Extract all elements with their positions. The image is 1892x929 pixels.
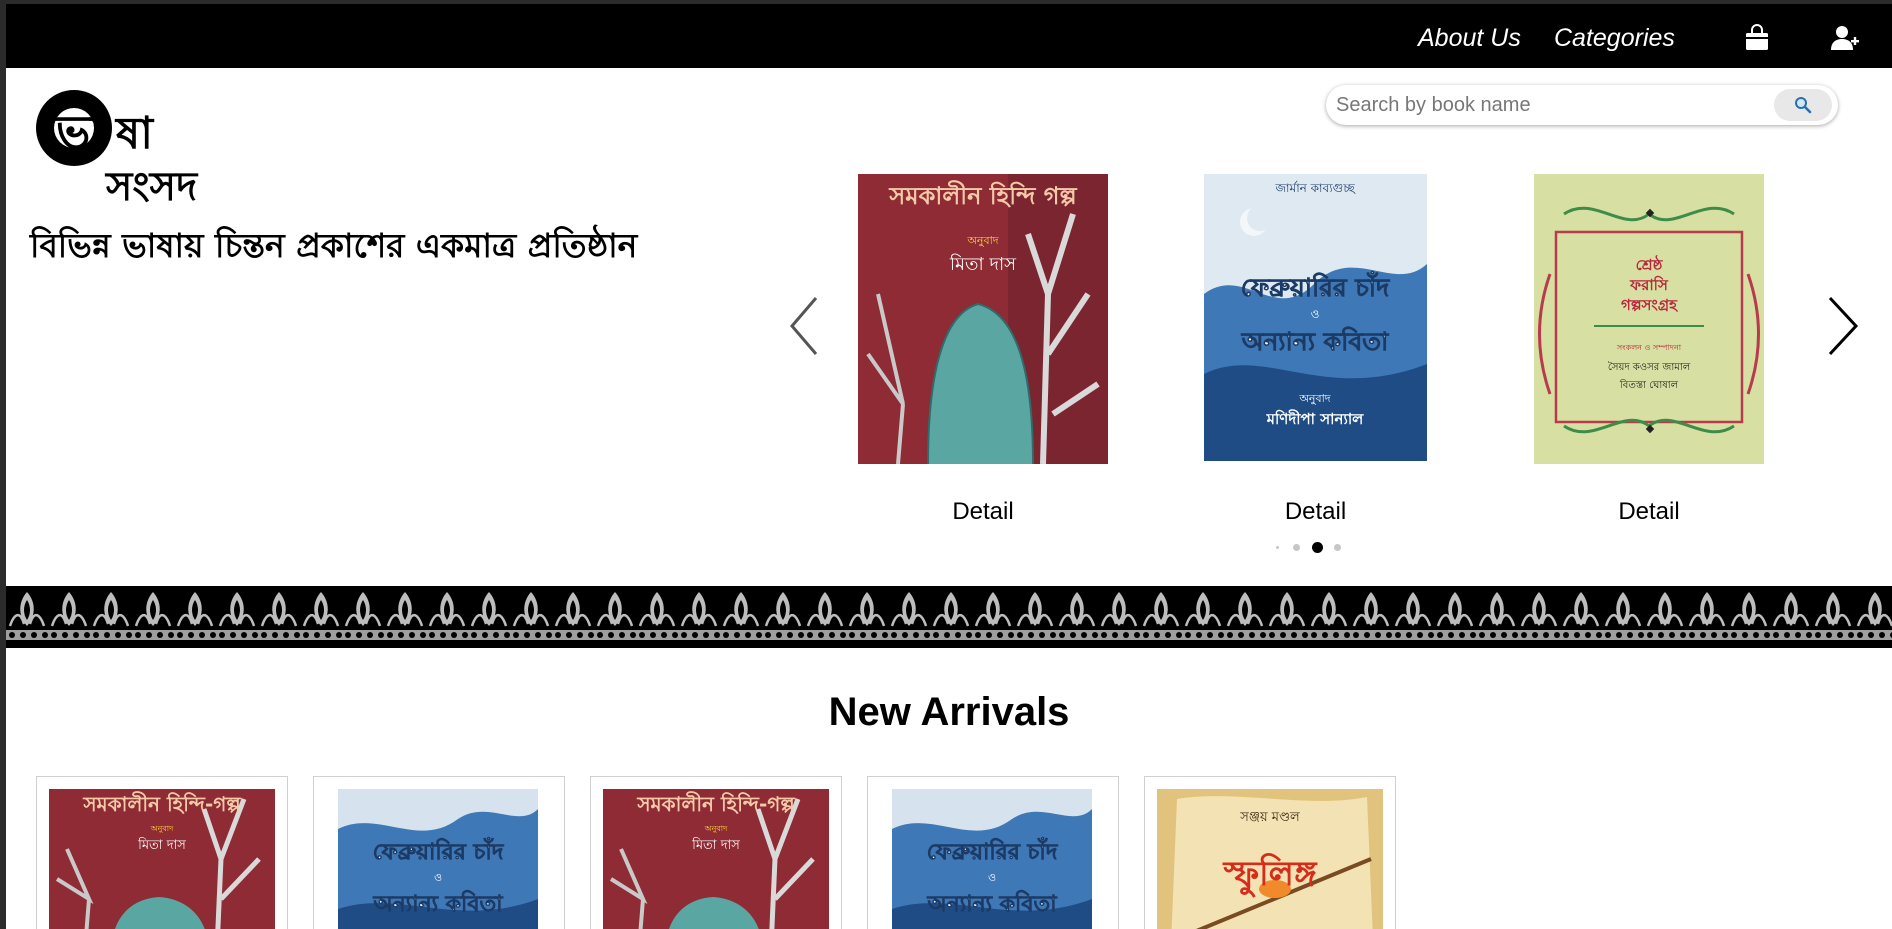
svg-text:জার্মান কাব্যগুচ্ছ: জার্মান কাব্যগুচ্ছ [1274,181,1356,195]
svg-text:অনুবাদ: অনুবাদ [704,824,728,833]
book-cover-image: ফেব্রুয়ারির চাঁদ ও অন্যান্য কবিতা [338,789,538,929]
svg-text:মিতা দাস: মিতা দাস [137,837,186,853]
svg-text:ফেব্রুয়ারির চাঁদ: ফেব্রুয়ারির চাঁদ [1241,271,1390,302]
svg-text:ভা: ভা [54,105,105,159]
search-box [1326,85,1838,125]
svg-text:মিতা দাস: মিতা দাস [949,254,1017,275]
svg-text:অন্যান্য কবিতা: অন্যান্য কবিতা [373,890,505,917]
svg-text:শ্রেষ্ঠ: শ্রেষ্ঠ [1636,255,1664,274]
nav-categories[interactable]: Categories [1554,24,1675,53]
tagline: বিভিন্ন ভাষায় চিন্তন প্রকাশের একমাত্র প… [30,226,638,265]
svg-text:স্ফুলিঙ্গ: স্ফুলিঙ্গ [1222,853,1318,898]
book-cover-image: সমকালীন হিন্দি-গল্প অনুবাদ মিতা দাস [49,789,275,929]
book-cover-image: সমকালীন হিন্দি-গল্প অনুবাদ মিতা দাস [603,789,829,929]
carousel-detail-link[interactable]: Detail [1534,498,1764,526]
svg-text:সমকালীন হিন্দি-গল্প: সমকালীন হিন্দি-গল্প [636,791,795,816]
carousel-detail-link[interactable]: Detail [1204,498,1427,526]
svg-text:ও: ও [988,871,996,884]
svg-text:গল্পসংগ্রহ: গল্পসংগ্রহ [1621,296,1678,314]
svg-text:সমকালীন হিন্দি-গল্প: সমকালীন হিন্দি-গল্প [82,791,241,816]
carousel-dot-active[interactable] [1312,542,1323,553]
svg-text:সৈয়দ কওসর জামাল: সৈয়দ কওসর জামাল [1608,361,1691,373]
carousel-prev-arrow[interactable] [786,294,826,358]
search-button[interactable] [1774,89,1832,121]
svg-text:ফেব্রুয়ারির চাঁদ: ফেব্রুয়ারির চাঁদ [927,837,1059,865]
bhasha-sansad-logo[interactable]: ভা ষা সংসদ [32,82,212,208]
new-arrival-book-card[interactable]: সমকালীন হিন্দি-গল্প অনুবাদ মিতা দাস [590,776,842,929]
svg-text:অনুবাদ: অনুবাদ [1298,392,1330,405]
book-cover-image: সঞ্জয় মণ্ডল স্ফুলিঙ্গ [1157,789,1383,929]
svg-text:সমকালীন হিন্দি গল্প: সমকালীন হিন্দি গল্প [888,180,1077,210]
user-plus-icon[interactable] [1830,23,1860,53]
svg-text:মিতা দাস: মিতা দাস [691,837,740,853]
new-arrival-book-card[interactable]: সঞ্জয় মণ্ডল স্ফুলিঙ্গ [1144,776,1396,929]
svg-text:সংসদ: সংসদ [104,164,199,208]
shopping-bag-icon[interactable] [1742,23,1772,53]
new-arrival-book-card[interactable]: সমকালীন হিন্দি-গল্প অনুবাদ মিতা দাস [36,776,288,929]
new-arrival-book-card[interactable]: ফেব্রুয়ারির চাঁদ ও অন্যান্য কবিতা [313,776,565,929]
carousel-dot[interactable] [1334,544,1341,551]
page: About Us Categories ভা ষা সংসদ বিভিন্ন ভ… [6,4,1892,929]
svg-text:অনুবাদ: অনুবাদ [966,234,998,247]
svg-text:অন্যান্য কবিতা: অন্যান্য কবিতা [927,890,1059,917]
book-cover-image: ফেব্রুয়ারির চাঁদ ও অন্যান্য কবিতা [892,789,1092,929]
new-arrivals-title: New Arrivals [828,690,1070,734]
nav-about-us[interactable]: About Us [1418,24,1521,53]
svg-text:ষা: ষা [114,108,155,159]
carousel-dot[interactable] [1293,544,1300,551]
svg-text:অনুবাদ: অনুবাদ [150,824,174,833]
svg-text:সংকলন ও সম্পাদনা: সংকলন ও সম্পাদনা [1616,343,1682,352]
svg-text:বিতস্তা ঘোষাল: বিতস্তা ঘোষাল [1619,379,1679,391]
carousel-book-cover[interactable]: শ্রেষ্ঠ ফরাসি গল্পসংগ্রহ সংকলন ও সম্পাদন… [1534,174,1764,464]
carousel-book-cover[interactable]: জার্মান কাব্যগুচ্ছ ফেব্রুয়ারির চাঁদ ও অ… [1204,174,1427,461]
carousel-detail-link[interactable]: Detail [858,498,1108,526]
svg-text:ফরাসি: ফরাসি [1629,275,1669,294]
svg-text:ও: ও [434,871,442,884]
carousel-next-arrow[interactable] [1822,294,1862,358]
top-nav: About Us Categories [6,4,1892,68]
carousel-dot[interactable] [1276,546,1279,549]
svg-text:অন্যান্য কবিতা: অন্যান্য কবিতা [1241,326,1390,356]
search-icon [1795,97,1812,114]
search-input[interactable] [1336,89,1736,121]
carousel-book-cover[interactable]: সমকালীন হিন্দি গল্প অনুবাদ মিতা দাস [858,174,1108,464]
new-arrival-book-card[interactable]: ফেব্রুয়ারির চাঁদ ও অন্যান্য কবিতা [867,776,1119,929]
svg-text:ফেব্রুয়ারির চাঁদ: ফেব্রুয়ারির চাঁদ [373,837,505,865]
svg-text:ও: ও [1311,307,1320,321]
svg-text:সঞ্জয় মণ্ডল: সঞ্জয় মণ্ডল [1239,810,1300,825]
svg-text:মণিদীপা সান্যাল: মণিদীপা সান্যাল [1266,409,1365,428]
decorative-border-band [6,586,1892,648]
